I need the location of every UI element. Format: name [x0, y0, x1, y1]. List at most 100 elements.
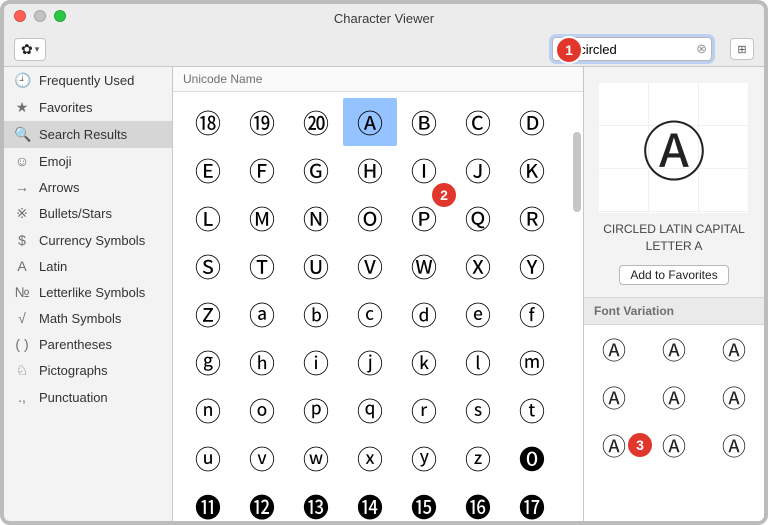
character-cell[interactable]: ⓣ	[505, 386, 559, 434]
character-cell[interactable]: Ⓦ	[397, 242, 451, 290]
character-cell[interactable]: Ⓞ	[343, 194, 397, 242]
sidebar-item[interactable]: 🔍Search Results	[4, 121, 172, 148]
character-cell[interactable]: ⓞ	[235, 386, 289, 434]
sidebar-item[interactable]: №Letterlike Symbols	[4, 279, 172, 305]
character-cell[interactable]: Ⓒ	[451, 98, 505, 146]
settings-menu-button[interactable]: ✿ ▾	[14, 38, 46, 61]
font-variation-cell[interactable]: Ⓐ	[722, 331, 746, 366]
sidebar-item[interactable]: ALatin	[4, 253, 172, 279]
sidebar-item[interactable]: $Currency Symbols	[4, 227, 172, 253]
font-variation-cell[interactable]: Ⓐ	[662, 427, 686, 462]
character-cell[interactable]: ⓕ	[505, 290, 559, 338]
character-cell[interactable]: ⓜ	[505, 338, 559, 386]
character-cell[interactable]: Ⓖ	[289, 146, 343, 194]
character-cell[interactable]: ⓟ	[289, 386, 343, 434]
character-cell[interactable]: ⓚ	[397, 338, 451, 386]
character-cell[interactable]: ⓫	[181, 482, 235, 522]
character-cell[interactable]: ⓧ	[343, 434, 397, 482]
character-cell[interactable]: ⓤ	[181, 434, 235, 482]
character-cell[interactable]: Ⓧ	[451, 242, 505, 290]
sidebar-item[interactable]: .,Punctuation	[4, 384, 172, 410]
sidebar-item-icon: №	[14, 284, 30, 300]
character-cell[interactable]: ⑳	[289, 98, 343, 146]
sidebar-item[interactable]: ♘Pictographs	[4, 357, 172, 384]
column-header-unicode-name[interactable]: Unicode Name	[173, 67, 583, 92]
character-cell[interactable]: ⑲	[235, 98, 289, 146]
character-cell[interactable]: Ⓔ	[181, 146, 235, 194]
character-cell[interactable]: ⓮	[343, 482, 397, 522]
sidebar-item[interactable]: ★Favorites	[4, 94, 172, 121]
character-cell[interactable]: ⓔ	[451, 290, 505, 338]
window-minimize-button[interactable]	[34, 10, 46, 22]
sidebar-item[interactable]: ※Bullets/Stars	[4, 200, 172, 227]
character-cell[interactable]: Ⓩ	[181, 290, 235, 338]
character-cell[interactable]: ⓝ	[181, 386, 235, 434]
character-cell[interactable]: Ⓢ	[181, 242, 235, 290]
character-cell[interactable]: ⓗ	[235, 338, 289, 386]
window-zoom-button[interactable]	[54, 10, 66, 22]
font-variation-header: Font Variation	[584, 297, 764, 325]
character-cell[interactable]: ⓙ	[343, 338, 397, 386]
font-variation-cell[interactable]: Ⓐ	[602, 331, 626, 366]
character-cell[interactable]: Ⓠ	[451, 194, 505, 242]
character-cell[interactable]: ⓱	[505, 482, 559, 522]
character-cell[interactable]: Ⓑ	[397, 98, 451, 146]
character-cell[interactable]: Ⓤ	[289, 242, 343, 290]
character-cell[interactable]: ⓑ	[289, 290, 343, 338]
toggle-compact-view-button[interactable]: ⊞	[730, 38, 754, 60]
sidebar-item-label: Bullets/Stars	[39, 206, 112, 221]
clear-search-icon[interactable]: ⊗	[696, 41, 707, 57]
character-cell[interactable]: Ⓕ	[235, 146, 289, 194]
font-variation-cell[interactable]: Ⓐ	[602, 427, 626, 462]
sidebar-item-icon: √	[14, 310, 30, 326]
sidebar-item-icon: A	[14, 258, 30, 274]
character-cell[interactable]: ⓿	[505, 434, 559, 482]
character-cell[interactable]: ⓰	[451, 482, 505, 522]
font-variation-cell[interactable]: Ⓐ	[662, 379, 686, 414]
character-cell[interactable]: ⓖ	[181, 338, 235, 386]
sidebar-item[interactable]: ☺Emoji	[4, 148, 172, 174]
character-cell[interactable]: ⓛ	[451, 338, 505, 386]
font-variation-cell[interactable]: Ⓐ	[602, 379, 626, 414]
sidebar-item[interactable]: ( )Parentheses	[4, 331, 172, 357]
sidebar-item-icon: ♘	[14, 362, 30, 379]
character-cell[interactable]: Ⓨ	[505, 242, 559, 290]
scrollbar-thumb[interactable]	[573, 132, 581, 212]
character-cell[interactable]: ⓩ	[451, 434, 505, 482]
character-cell[interactable]: ⓬	[235, 482, 289, 522]
font-variation-cell[interactable]: Ⓐ	[662, 331, 686, 366]
character-cell[interactable]: Ⓣ	[235, 242, 289, 290]
character-cell[interactable]: Ⓗ	[343, 146, 397, 194]
sidebar-item[interactable]: 🕘Frequently Used	[4, 67, 172, 94]
character-cell[interactable]: Ⓙ	[451, 146, 505, 194]
add-to-favorites-button[interactable]: Add to Favorites	[619, 265, 728, 285]
character-cell[interactable]: Ⓚ	[505, 146, 559, 194]
character-cell[interactable]: ⓒ	[343, 290, 397, 338]
character-cell[interactable]: Ⓜ	[235, 194, 289, 242]
character-name-label: CIRCLED LATIN CAPITAL LETTER A	[584, 221, 764, 255]
character-cell[interactable]: ⓥ	[235, 434, 289, 482]
character-cell[interactable]: ⑱	[181, 98, 235, 146]
character-cell[interactable]: ⓯	[397, 482, 451, 522]
sidebar-item[interactable]: →Arrows	[4, 174, 172, 200]
character-cell[interactable]: Ⓝ	[289, 194, 343, 242]
character-cell[interactable]: Ⓐ	[343, 98, 397, 146]
font-variation-cell[interactable]: Ⓐ	[722, 379, 746, 414]
character-cell[interactable]: ⓨ	[397, 434, 451, 482]
character-cell[interactable]: ⓘ	[289, 338, 343, 386]
search-input[interactable]	[577, 41, 696, 58]
character-cell[interactable]: Ⓥ	[343, 242, 397, 290]
character-cell[interactable]: Ⓓ	[505, 98, 559, 146]
character-cell[interactable]: ⓦ	[289, 434, 343, 482]
font-variation-cell[interactable]: Ⓐ	[722, 427, 746, 462]
window-close-button[interactable]	[14, 10, 26, 22]
character-cell[interactable]: ⓡ	[397, 386, 451, 434]
character-cell[interactable]: ⓐ	[235, 290, 289, 338]
character-cell[interactable]: Ⓡ	[505, 194, 559, 242]
character-cell[interactable]: ⓭	[289, 482, 343, 522]
sidebar-item[interactable]: √Math Symbols	[4, 305, 172, 331]
character-cell[interactable]: ⓠ	[343, 386, 397, 434]
character-cell[interactable]: ⓢ	[451, 386, 505, 434]
character-cell[interactable]: ⓓ	[397, 290, 451, 338]
character-cell[interactable]: Ⓛ	[181, 194, 235, 242]
